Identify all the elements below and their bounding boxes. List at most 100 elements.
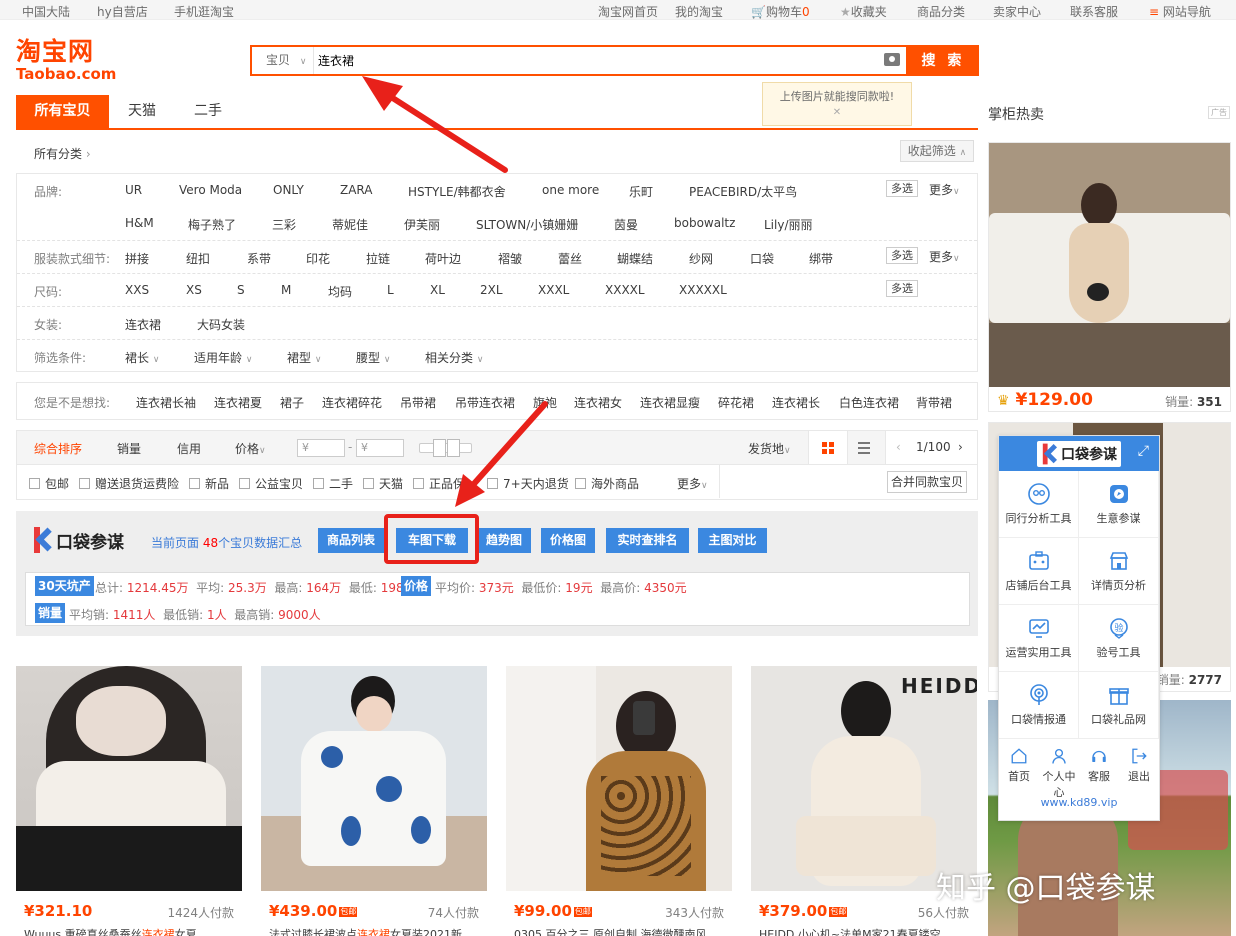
filter-option[interactable]: 伊芙丽 — [404, 216, 440, 233]
suggestion-link[interactable]: 吊带裙 — [400, 394, 436, 411]
check-7day-return[interactable]: 7+天内退货 — [487, 475, 569, 492]
filter-option[interactable]: 2XL — [480, 283, 503, 297]
product-card[interactable]: ¥321.10 1424人付款 Wuuus 重磅真丝桑蚕丝连衣裙女夏 — [16, 666, 242, 936]
search-input[interactable] — [318, 47, 868, 74]
product-title[interactable]: 0305 百分之三 原创自制 海德微醺南风 — [514, 926, 729, 936]
sort-credit[interactable]: 信用 — [177, 440, 201, 457]
filter-option[interactable]: 印花 — [306, 250, 330, 267]
search-category-select[interactable]: 宝贝 ∨ — [252, 47, 314, 74]
check-return-insurance[interactable]: 赠送退货运费险 — [79, 475, 179, 492]
hot-product-card[interactable]: ♛ ¥129.00 销量: 351 — [988, 142, 1231, 412]
filter-option[interactable]: XXXXL — [605, 283, 645, 297]
site-nav-link[interactable]: ≡ 网站导航 — [1149, 3, 1211, 20]
tab-tmall[interactable]: 天猫 — [109, 95, 175, 128]
product-image[interactable] — [506, 666, 732, 891]
store-link[interactable]: hy自营店 — [97, 3, 148, 20]
filter-option[interactable]: Lily/丽丽 — [764, 216, 813, 233]
filter-option[interactable]: 褶皱 — [498, 250, 522, 267]
categories-link[interactable]: 商品分类 — [917, 3, 965, 20]
favorites-link[interactable]: ★收藏夹 — [840, 3, 887, 20]
kd-site-url[interactable]: www.kd89.vip — [999, 796, 1159, 809]
product-card[interactable]: ¥439.00 包邮 74人付款 法式过膝长裙波点连衣裙女夏装2021新 — [261, 666, 487, 936]
multi-select-button[interactable]: 多选 — [886, 247, 918, 264]
suggestion-link[interactable]: 连衣裙长 — [772, 394, 820, 411]
filter-option[interactable]: H&M — [125, 216, 154, 230]
suggestion-link[interactable]: 连衣裙夏 — [214, 394, 262, 411]
filter-option[interactable]: 拼接 — [125, 250, 149, 267]
kd-tool-shop-backend[interactable]: 店铺后台工具 — [999, 538, 1079, 605]
kd-nav-logout[interactable]: 退出 — [1119, 739, 1159, 784]
filter-dropdown[interactable]: 腰型 ∨ — [356, 349, 390, 366]
suggestion-link[interactable]: 吊带连衣裙 — [455, 394, 515, 411]
check-free-shipping[interactable]: 包邮 — [29, 475, 69, 492]
filter-option[interactable]: 绑带 — [809, 250, 833, 267]
price-range-slider-icon[interactable] — [419, 439, 474, 457]
kd-tool-business-advisor[interactable]: 生意参谋 — [1079, 471, 1159, 538]
filter-option[interactable]: 口袋 — [750, 250, 774, 267]
kd-tool-operations[interactable]: 运营实用工具 — [999, 605, 1079, 672]
filter-option[interactable]: 三彩 — [272, 216, 296, 233]
main-image-compare-button[interactable]: 主图对比 — [698, 528, 767, 553]
kd-tool-account-check[interactable]: 验 验号工具 — [1079, 605, 1159, 672]
region-link[interactable]: 中国大陆 — [22, 3, 70, 20]
check-overseas[interactable]: 海外商品 — [575, 475, 639, 492]
filter-dropdown[interactable]: 裙长 ∨ — [125, 349, 159, 366]
filter-option[interactable]: HSTYLE/韩都衣舍 — [408, 183, 506, 200]
check-new[interactable]: 新品 — [189, 475, 229, 492]
multi-select-button[interactable]: 多选 — [886, 280, 918, 297]
filter-option[interactable]: 乐町 — [629, 183, 653, 200]
suggestion-link[interactable]: 连衣裙碎花 — [322, 394, 382, 411]
filter-option[interactable]: 蒂妮佳 — [332, 216, 368, 233]
filter-option[interactable]: XS — [186, 283, 202, 297]
my-taobao-link[interactable]: 我的淘宝 — [675, 3, 723, 20]
checks-more-button[interactable]: 更多∨ — [677, 475, 708, 492]
next-page-icon[interactable]: › — [958, 440, 963, 454]
service-link[interactable]: 联系客服 — [1070, 3, 1118, 20]
filter-option[interactable]: L — [387, 283, 394, 297]
suggestion-link[interactable]: 连衣裙显瘦 — [640, 394, 700, 411]
filter-option[interactable]: UR — [125, 183, 142, 197]
check-charity[interactable]: 公益宝贝 — [239, 475, 303, 492]
filter-option[interactable]: ZARA — [340, 183, 373, 197]
suggestion-link[interactable]: 旗袍 — [533, 394, 557, 411]
taobao-logo[interactable]: 淘宝网 Taobao.com — [16, 38, 116, 84]
tab-secondhand[interactable]: 二手 — [175, 95, 241, 128]
check-genuine[interactable]: 正品保障 — [413, 475, 465, 492]
filter-option[interactable]: PEACEBIRD/太平鸟 — [689, 183, 797, 200]
product-card[interactable]: HEIDD ¥379.00 包邮 56人付款 HEIDD 小心机~法单M家21春夏… — [751, 666, 977, 936]
ship-from-select[interactable]: 发货地∨ — [748, 440, 791, 457]
filter-option[interactable]: 茵曼 — [614, 216, 638, 233]
product-title[interactable]: Wuuus 重磅真丝桑蚕丝连衣裙女夏 — [24, 926, 239, 936]
filter-option[interactable]: one more — [542, 183, 599, 197]
more-button[interactable]: 更多∨ — [929, 181, 960, 198]
product-title[interactable]: HEIDD 小心机~法单M家21春夏镂空 — [759, 926, 974, 936]
kd-nav-profile[interactable]: 个人中心 — [1039, 739, 1079, 800]
filter-option[interactable]: XXXL — [538, 283, 569, 297]
mobile-link[interactable]: 手机逛淘宝 — [174, 3, 234, 20]
product-title[interactable]: 法式过膝长裙波点连衣裙女夏装2021新 — [269, 926, 484, 936]
filter-option[interactable]: XXS — [125, 283, 149, 297]
kd-nav-service[interactable]: 客服 — [1079, 739, 1119, 784]
search-button[interactable]: 搜 索 — [908, 45, 979, 76]
filter-dropdown[interactable]: 相关分类 ∨ — [425, 349, 483, 366]
filter-option[interactable]: 蕾丝 — [558, 250, 582, 267]
multi-select-button[interactable]: 多选 — [886, 180, 918, 197]
filter-option[interactable]: 均码 — [328, 283, 352, 300]
kd-tool-detail-analysis[interactable]: 详情页分析 — [1079, 538, 1159, 605]
filter-option[interactable]: 大码女装 — [197, 316, 245, 333]
filter-option[interactable]: Vero Moda — [179, 183, 242, 197]
kd-nav-home[interactable]: 首页 — [999, 739, 1039, 784]
expand-icon[interactable]: ⤢ — [1138, 443, 1149, 459]
suggestion-link[interactable]: 连衣裙女 — [574, 394, 622, 411]
sort-sales[interactable]: 销量 — [117, 440, 141, 457]
filter-option[interactable]: bobowaltz — [674, 216, 735, 230]
filter-option[interactable]: M — [281, 283, 291, 297]
collapse-filters-button[interactable]: 收起筛选 ∧ — [900, 140, 974, 162]
realtime-rank-button[interactable]: 实时查排名 — [606, 528, 689, 553]
price-max-input[interactable]: ¥ — [356, 439, 404, 457]
product-card[interactable]: ¥99.00 包邮 343人付款 0305 百分之三 原创自制 海德微醺南风 — [506, 666, 732, 936]
check-secondhand[interactable]: 二手 — [313, 475, 353, 492]
suggestion-link[interactable]: 连衣裙长袖 — [136, 394, 196, 411]
kd-tool-gift-site[interactable]: 口袋礼品网 — [1079, 672, 1159, 739]
suggestion-link[interactable]: 碎花裙 — [718, 394, 754, 411]
